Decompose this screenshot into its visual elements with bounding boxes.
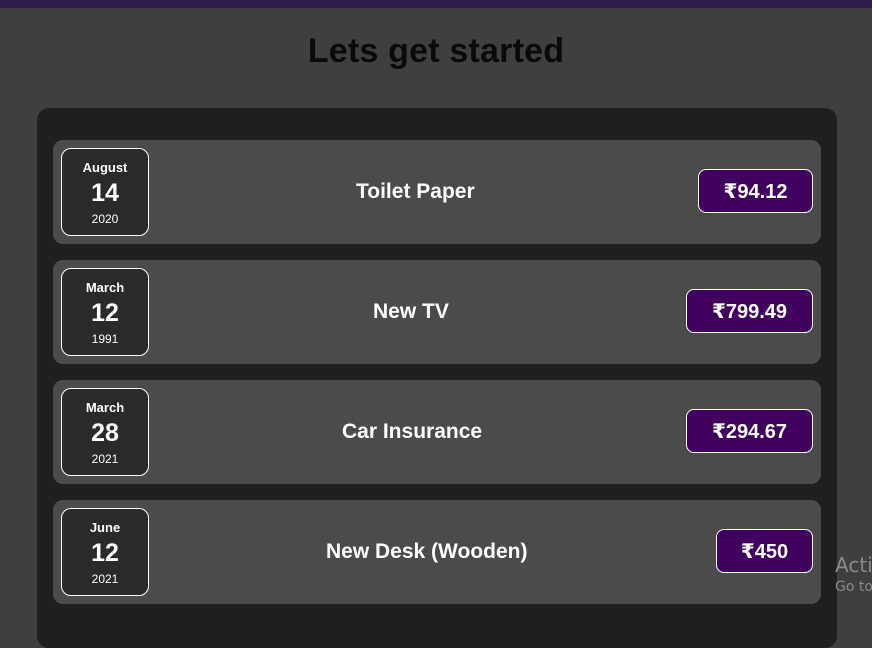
- expense-date-day: 14: [91, 179, 119, 207]
- expense-date-day: 12: [91, 539, 119, 567]
- expense-date-day: 12: [91, 299, 119, 327]
- expense-date-month: March: [85, 400, 125, 415]
- expense-price-button[interactable]: ₹450: [716, 529, 813, 573]
- expense-date: March 12 1991: [61, 268, 149, 356]
- expense-date-month: August: [82, 160, 128, 175]
- expense-price-button[interactable]: ₹799.49: [686, 289, 813, 333]
- expense-date-year: 1991: [91, 332, 119, 346]
- expense-item: June 12 2021 New Desk (Wooden) ₹450: [53, 500, 821, 604]
- expense-title: New TV: [373, 300, 449, 323]
- expense-title: Car Insurance: [342, 420, 483, 443]
- expense-item: August 14 2020 Toilet Paper ₹94.12: [53, 140, 821, 244]
- browser-top-bar: [0, 0, 872, 8]
- expense-price-button[interactable]: ₹94.12: [698, 169, 813, 213]
- watermark-line-2: Go to: [835, 579, 872, 595]
- expense-title: New Desk (Wooden): [326, 540, 528, 563]
- expense-date: August 14 2020: [61, 148, 149, 236]
- expense-date: June 12 2021: [61, 508, 149, 596]
- expense-date-year: 2021: [91, 452, 119, 466]
- expense-title: Toilet Paper: [356, 180, 475, 203]
- expense-date: March 28 2021: [61, 388, 149, 476]
- expenses-panel: August 14 2020 Toilet Paper ₹94.12 March…: [37, 108, 837, 648]
- watermark-line-1: Activ: [835, 553, 872, 577]
- expense-date-day: 28: [91, 419, 119, 447]
- expense-date-month: June: [89, 520, 121, 535]
- expense-date-year: 2021: [91, 572, 119, 586]
- expense-item: March 12 1991 New TV ₹799.49: [53, 260, 821, 364]
- expense-date-month: March: [85, 280, 125, 295]
- windows-activation-watermark: Activ Go to: [835, 553, 872, 595]
- expense-price-button[interactable]: ₹294.67: [686, 409, 813, 453]
- expense-item: March 28 2021 Car Insurance ₹294.67: [53, 380, 821, 484]
- page-title: Lets get started: [307, 32, 565, 70]
- expense-date-year: 2020: [91, 212, 119, 226]
